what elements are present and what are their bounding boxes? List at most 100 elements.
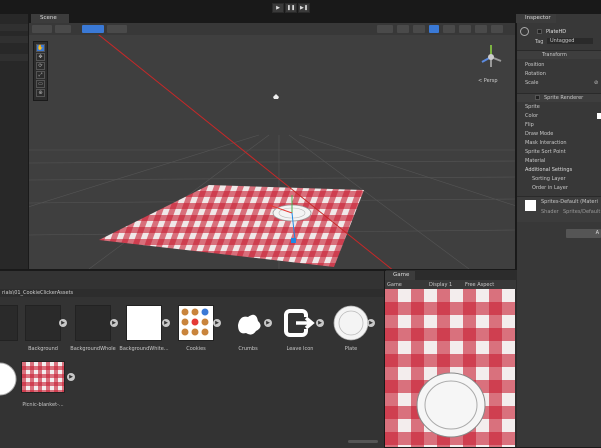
shader-label: Shader (541, 209, 559, 215)
global-toggle[interactable] (107, 25, 127, 33)
color-field-label: Color (525, 113, 539, 119)
expand-arrow-icon[interactable]: ▶ (59, 319, 67, 327)
scene-tab-label: Scene (40, 15, 57, 21)
asset-label: BackgroundWhole (70, 346, 116, 352)
orientation-gizmo[interactable] (481, 45, 502, 67)
material-label: Material (525, 158, 546, 164)
constrain-scale-icon[interactable]: ⊘ (594, 80, 598, 86)
asset-crumbs-thumb[interactable] (230, 305, 266, 341)
step-icon: ▶❚ (299, 5, 309, 11)
asset-background-thumb[interactable] (25, 305, 61, 341)
hidden-objects-toggle[interactable] (459, 25, 471, 33)
expand-arrow-icon[interactable]: ▶ (316, 319, 324, 327)
zoom-slider[interactable] (348, 440, 378, 443)
sorting-layer-label: Sorting Layer (532, 176, 566, 182)
object-name-field[interactable]: PlateHD (546, 29, 566, 35)
tag-dropdown[interactable]: Untagged (547, 38, 593, 44)
active-checkbox[interactable] (537, 29, 542, 34)
asset-tile[interactable] (0, 361, 18, 397)
shading-dropdown[interactable] (377, 25, 393, 33)
play-button[interactable]: ▶ (272, 3, 284, 13)
aspect-dropdown[interactable]: Free Aspect (465, 282, 494, 288)
asset-leave-icon-thumb[interactable] (282, 305, 318, 341)
expand-arrow-icon[interactable]: ▶ (213, 319, 221, 327)
persp-label[interactable]: < Persp (478, 78, 498, 84)
expand-arrow-icon[interactable]: ▶ (367, 319, 375, 327)
asset-label: Crumbs (238, 346, 258, 352)
scale-tool-icon[interactable]: ⤢ (36, 71, 45, 79)
gizmos-dropdown[interactable] (491, 25, 503, 33)
asset-backgroundwhite-thumb[interactable] (126, 305, 162, 341)
asset-label: Background (28, 346, 58, 352)
game-toolbar: Game Display 1 Free Aspect (385, 280, 516, 289)
play-controls: ▶ ❚❚ ▶❚ (272, 3, 310, 13)
rect-tool-icon[interactable]: ▭ (36, 80, 45, 88)
shader-dropdown[interactable]: Sprites/Default (563, 209, 600, 215)
asset-plate-thumb[interactable] (333, 305, 369, 341)
tab-game[interactable]: Game (385, 271, 415, 280)
plate-partial-icon (0, 362, 17, 396)
rotate-tool-icon[interactable]: ⟳ (36, 62, 45, 70)
tab-scene[interactable]: Scene (31, 14, 69, 23)
tool-palette: ✋ ✥ ⟳ ⤢ ▭ ⊕ (33, 41, 48, 101)
gizmo-dropdown[interactable] (55, 25, 71, 33)
pause-button[interactable]: ❚❚ (285, 3, 297, 13)
hierarchy-row[interactable] (0, 54, 28, 61)
lighting-toggle[interactable] (413, 25, 425, 33)
plate-icon (333, 305, 369, 341)
draw-mode-label: Draw Mode (525, 131, 554, 137)
asset-cookies-thumb[interactable] (178, 305, 214, 341)
transform-header[interactable]: Transform (517, 50, 601, 59)
hierarchy-panel (0, 14, 29, 269)
game-view-dropdown[interactable]: Game (387, 282, 402, 288)
expand-arrow-icon[interactable]: ▶ (110, 319, 118, 327)
crumbs-icon (238, 314, 261, 335)
move-tool-icon[interactable]: ✥ (36, 53, 45, 61)
sprite-renderer-title: Sprite Renderer (544, 95, 584, 101)
asset-backgroundwhole-thumb[interactable] (75, 305, 111, 341)
play-icon: ▶ (276, 5, 280, 11)
additional-settings-foldout[interactable]: Additional Settings (525, 167, 572, 173)
tab-inspector[interactable]: Inspector (516, 14, 556, 23)
display-dropdown[interactable]: Display 1 (429, 282, 452, 288)
game-tab-label: Game (393, 272, 410, 278)
transform-tool-icon[interactable]: ⊕ (36, 89, 45, 97)
hierarchy-row[interactable] (0, 24, 28, 31)
2d-toggle[interactable] (397, 25, 409, 33)
material-preview (525, 200, 536, 211)
camera-dropdown[interactable] (475, 25, 487, 33)
hierarchy-row[interactable] (0, 36, 28, 43)
cookies-icon (181, 308, 209, 336)
pivot-toggle[interactable] (82, 25, 104, 33)
hand-tool-icon[interactable]: ✋ (36, 44, 45, 52)
step-button[interactable]: ▶❚ (298, 3, 310, 13)
position-label: Position (525, 62, 545, 68)
color-swatch[interactable] (597, 113, 601, 119)
inspector-tab-label: Inspector (525, 15, 551, 21)
tag-label: Tag (535, 39, 544, 45)
project-breadcrumb[interactable]: rials\01_CookieClickerAssets (0, 289, 384, 297)
sprite-renderer-checkbox[interactable] (535, 95, 540, 100)
asset-picnic-blanket-thumb[interactable] (21, 361, 65, 393)
add-component-button[interactable]: A (566, 229, 601, 238)
expand-arrow-icon[interactable]: ▶ (162, 319, 170, 327)
material-name: Sprites-Default (Materi (541, 199, 598, 205)
sprite-field-label: Sprite (525, 104, 540, 110)
asset-label: Picnic-blanket-... (22, 402, 64, 408)
effects-dropdown[interactable] (443, 25, 455, 33)
scene-grid (29, 35, 515, 269)
audio-toggle[interactable] (429, 25, 439, 33)
asset-tile[interactable] (0, 305, 18, 341)
scale-label: Scale (525, 80, 539, 86)
order-in-layer-label: Order in Layer (532, 185, 568, 191)
game-view[interactable] (385, 289, 515, 447)
picnic-blanket[interactable] (99, 185, 364, 267)
draw-mode-dropdown[interactable] (32, 25, 52, 33)
light-icon[interactable] (273, 94, 279, 99)
rotation-label: Rotation (525, 71, 546, 77)
expand-arrow-icon[interactable]: ▶ (67, 373, 75, 381)
scene-view[interactable] (29, 35, 515, 269)
expand-arrow-icon[interactable]: ▶ (264, 319, 272, 327)
asset-label: Cookies (186, 346, 206, 352)
sprite-renderer-header[interactable]: Sprite Renderer (517, 93, 601, 102)
